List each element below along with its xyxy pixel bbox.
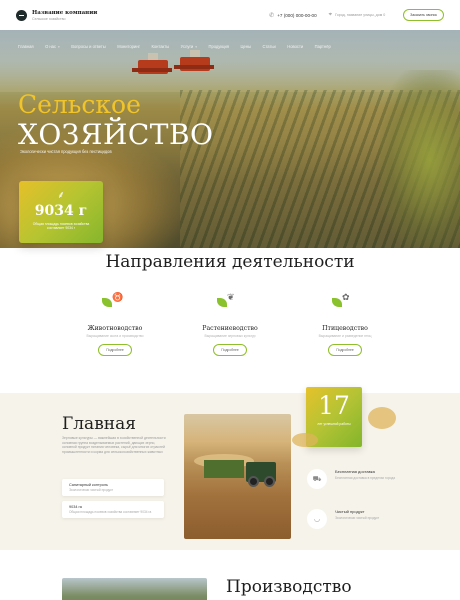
about-title: Главная xyxy=(62,414,136,434)
directions-title: Направления деятельности xyxy=(105,252,355,272)
leaf-icon xyxy=(332,298,342,307)
info-card-sanitary: Санитарный контроль Экологически чистый … xyxy=(62,479,164,496)
feature-desc: Экологически чистый продукт xyxy=(335,516,380,520)
direction-label: Животноводство xyxy=(87,325,143,332)
phone-number[interactable]: +7 (000) 000-00-00 xyxy=(277,13,316,18)
years-value: 17 xyxy=(318,391,350,420)
direction-card-crops: ❦ Растениеводство Выращивание зерновых к… xyxy=(190,290,270,368)
cow-icon: ♉ xyxy=(112,292,124,302)
wheat-decoration xyxy=(368,407,396,429)
leaf-icon xyxy=(217,298,227,307)
wheat-decoration xyxy=(380,70,460,248)
contacts: ✆ +7 (000) 000-00-00 ⌖ Город, название у… xyxy=(269,9,444,21)
phone-icon: ✆ xyxy=(269,12,275,19)
chevron-down-icon: ▾ xyxy=(58,44,60,49)
tractor-photo xyxy=(184,414,291,539)
hero-subtitle: Экологически чистая продукция без пестиц… xyxy=(20,149,112,154)
company-logo[interactable] xyxy=(16,9,27,21)
production-photo xyxy=(62,578,207,600)
leaf-icon xyxy=(102,298,112,307)
nav-item-contacts[interactable]: Контакты xyxy=(151,44,169,49)
nav-item-home[interactable]: Главная xyxy=(18,44,34,49)
years-caption: лет успешной работы xyxy=(317,422,351,426)
wheat-decoration xyxy=(292,433,318,447)
direction-desc: Выращивание и разведение птиц xyxy=(318,334,372,338)
info-card-desc: Общая площадь посевов хозяйства составля… xyxy=(69,510,152,514)
direction-card-poultry: ✿ Птицеводство Выращивание и разведение … xyxy=(305,290,385,368)
direction-label: Птицеводство xyxy=(322,325,368,332)
chicken-icon: ✿ xyxy=(342,292,350,302)
chevron-down-icon: ▾ xyxy=(195,44,198,49)
top-bar: Название компании Сельское хозяйство ✆ +… xyxy=(0,0,460,30)
nav-item-products[interactable]: Продукция xyxy=(209,44,229,49)
feature-title: Чистый продукт xyxy=(335,509,365,514)
area-stat-value: 9034 г xyxy=(34,203,88,219)
direction-label: Растениеводство xyxy=(202,325,258,332)
nav-item-monitoring[interactable]: Мониторинг xyxy=(117,44,140,49)
nav-item-partner[interactable]: Партнёр xyxy=(315,44,331,49)
info-card-title: Санитарный контроль xyxy=(69,483,109,487)
wheat-icon: ⸙ xyxy=(57,190,65,201)
harvester-image xyxy=(174,50,214,71)
area-stat-card: ⸙ 9034 г Общая площадь посевов хозяйства… xyxy=(19,181,103,243)
harvester-image xyxy=(132,53,172,74)
info-card-area: 9034 га Общая площадь посевов хозяйства … xyxy=(62,501,164,518)
area-stat-caption: Общая площадь посевов хозяйства составля… xyxy=(32,222,90,231)
direction-card-livestock: ♉ Животноводство Выращивание скота и про… xyxy=(75,290,155,368)
feature-delivery: ⛟ Бесплатная доставка Бесплатная доставк… xyxy=(307,469,427,489)
hero-title-line1: Сельское xyxy=(18,90,141,119)
bowl-icon: ◡ xyxy=(307,509,327,529)
nav-item-services[interactable]: Услуги ▾ xyxy=(181,44,197,49)
callback-button[interactable]: Заказать звонок xyxy=(403,9,444,21)
direction-more-button[interactable]: Подробнее xyxy=(213,344,247,356)
nav-item-faq[interactable]: Вопросы и ответы xyxy=(71,44,105,49)
truck-icon: ⛟ xyxy=(307,469,327,489)
sprout-icon: ❦ xyxy=(227,292,235,302)
nav-item-prices[interactable]: Цены xyxy=(241,44,252,49)
nav-item-about[interactable]: О нас ▾ xyxy=(45,44,60,49)
company-tagline: Сельское хозяйство xyxy=(32,16,66,21)
feature-clean-product: ◡ Чистый продукт Экологически чистый про… xyxy=(307,509,427,529)
company-name: Название компании xyxy=(32,9,98,16)
info-card-title: 9034 га xyxy=(69,505,82,509)
main-nav: Главная О нас ▾ Вопросы и ответы Монитори… xyxy=(0,44,460,49)
nav-item-articles[interactable]: Статьи xyxy=(263,44,276,49)
hero-title-line2: ХОЗЯЙСТВО xyxy=(18,118,214,151)
direction-desc: Выращивание зерновых культур xyxy=(204,334,256,338)
info-card-desc: Экологически чистый продукт xyxy=(69,488,114,492)
about-text: Зерновые культуры — важнейшая в хозяйств… xyxy=(62,436,166,454)
address: Город, название улицы, дом 0 xyxy=(335,13,386,17)
about-section: Главная Зерновые культуры — важнейшая в … xyxy=(0,387,460,550)
nav-item-news[interactable]: Новости xyxy=(287,44,303,49)
direction-more-button[interactable]: Подробнее xyxy=(328,344,362,356)
location-pin-icon: ⌖ xyxy=(328,11,333,18)
company-block[interactable]: Название компании Сельское хозяйство xyxy=(32,10,97,21)
feature-title: Бесплатная доставка xyxy=(335,469,375,474)
direction-desc: Выращивание скота и производство xyxy=(86,334,144,338)
feature-desc: Бесплатная доставка в пределах города xyxy=(335,476,395,480)
direction-more-button[interactable]: Подробнее xyxy=(98,344,132,356)
production-title: Производство xyxy=(226,577,352,597)
